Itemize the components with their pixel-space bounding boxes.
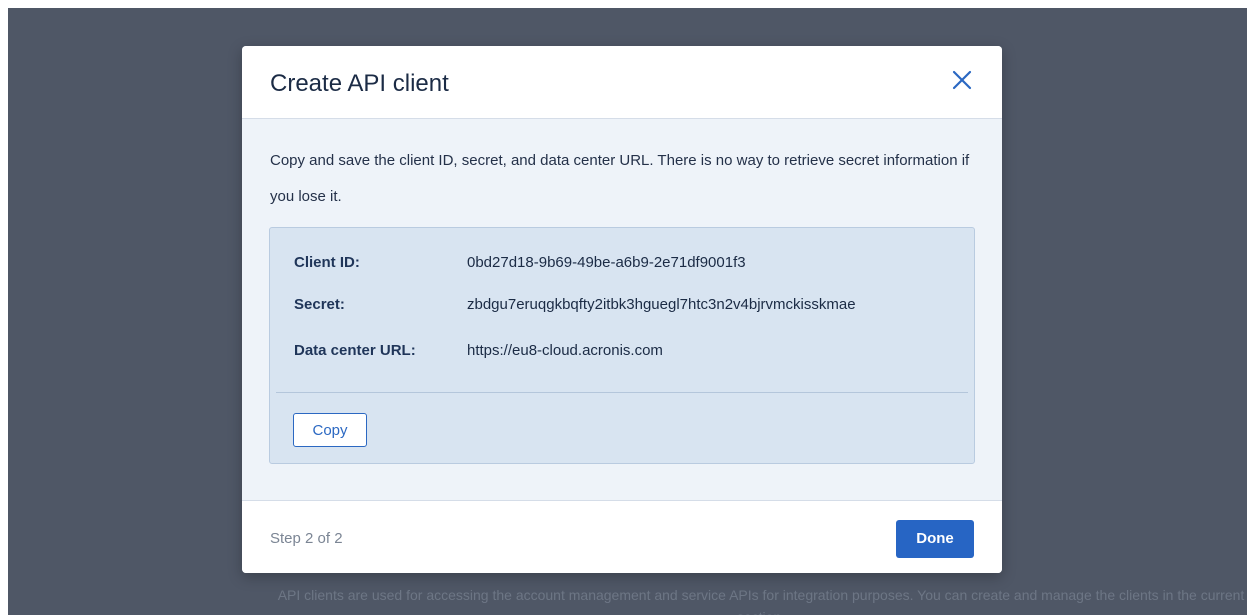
credentials-box: Client ID: 0bd27d18-9b69-49be-a6b9-2e71d… [269, 227, 975, 464]
dialog-body: Copy and save the client ID, secret, and… [242, 119, 1002, 499]
background-description-text: API clients are used for accessing the a… [277, 587, 1245, 615]
dialog-title: Create API client [270, 70, 449, 97]
secret-label: Secret: [294, 296, 345, 313]
client-id-value: 0bd27d18-9b69-49be-a6b9-2e71df9001f3 [467, 254, 746, 271]
dialog-header: Create API client [242, 46, 1002, 119]
divider [276, 392, 968, 393]
close-icon[interactable] [948, 66, 976, 94]
copy-button[interactable]: Copy [293, 413, 367, 447]
step-indicator: Step 2 of 2 [270, 530, 343, 547]
secret-value: zbdgu7eruqgkbqfty2itbk3hguegl7htc3n2v4bj… [467, 296, 856, 313]
dialog-footer: Step 2 of 2 Done [242, 500, 1002, 573]
data-center-url-value: https://eu8-cloud.acronis.com [467, 342, 663, 359]
intro-text: Copy and save the client ID, secret, and… [270, 152, 970, 205]
client-id-label: Client ID: [294, 254, 360, 271]
done-button[interactable]: Done [896, 520, 974, 558]
create-api-client-dialog: Create API client Copy and save the clie… [242, 46, 1002, 573]
data-center-url-label: Data center URL: [294, 342, 416, 359]
